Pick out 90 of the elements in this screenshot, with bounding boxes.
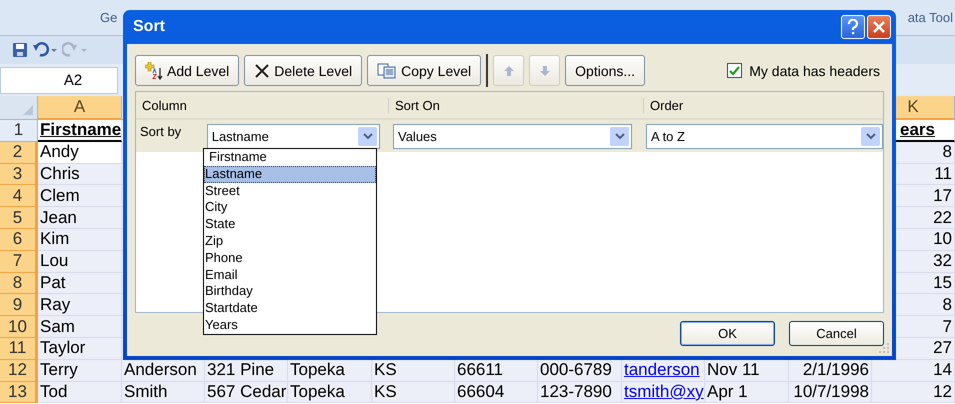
checkbox-label: My data has headers [749, 62, 880, 78]
table-cell: Kim [38, 228, 122, 251]
table-cell: Tod [38, 382, 122, 404]
table-cell: Pat [38, 272, 122, 294]
table-cell: Chris [38, 164, 122, 186]
table-cell: Lou [38, 250, 122, 273]
undo-icon[interactable] [32, 42, 58, 58]
ribbon-group-label: ata Tool [908, 10, 954, 27]
column-heading: Column [141, 98, 188, 112]
column-dropdown[interactable]: Lastname [206, 124, 380, 148]
table-cell: 14 [872, 360, 955, 382]
row-header[interactable]: 7 [0, 250, 38, 273]
table-cell: Sam [38, 316, 122, 338]
table-cell: 66611 [455, 360, 538, 382]
copy-level-button[interactable]: Copy Level [367, 55, 482, 86]
table-cell: 12 [872, 382, 955, 404]
table-cell: Taylor [38, 338, 122, 360]
add-level-icon [145, 62, 163, 80]
table-cell: Anderson [122, 360, 205, 382]
help-icon [847, 19, 859, 35]
table-cell: 567 Cedar [205, 382, 288, 404]
table-cell: 66604 [455, 382, 538, 404]
cancel-button[interactable]: Cancel [789, 321, 884, 346]
table-cell: Andy [38, 142, 122, 164]
dropdown-item[interactable]: Firstname [204, 149, 376, 166]
dropdown-item[interactable]: Email [204, 266, 376, 284]
dropdown-item[interactable]: Zip [204, 232, 376, 250]
table-cell: Nov 11 [705, 360, 789, 382]
row-header[interactable]: 3 [0, 164, 38, 186]
dropdown-item[interactable]: Street [204, 182, 376, 200]
column-heading: Order [643, 98, 684, 112]
row-header[interactable]: 8 [0, 272, 38, 294]
arrow-down-icon [538, 64, 551, 76]
sort-on-dropdown[interactable]: Values [393, 124, 632, 148]
column-heading: Sort On [388, 98, 643, 112]
dropdown-item[interactable]: Lastname [204, 166, 376, 183]
sort-by-label: Sort by [139, 123, 182, 139]
row-header[interactable]: 9 [0, 294, 38, 316]
row-header[interactable]: 11 [0, 338, 38, 360]
table-cell: Terry [38, 360, 122, 382]
close-icon [872, 20, 886, 34]
row-header[interactable]: 12 [0, 360, 38, 382]
table-cell: 10/7/1998 [789, 382, 872, 404]
delete-level-button[interactable]: Delete Level [244, 55, 362, 86]
dropdown-item[interactable]: State [204, 216, 376, 233]
email-link[interactable]: tsmith@xy [624, 382, 704, 402]
row-header[interactable]: 6 [0, 228, 38, 251]
email-link[interactable]: tanderson [624, 360, 700, 380]
table-cell: Topeka [288, 382, 372, 404]
headers-checkbox[interactable]: My data has headers [727, 62, 884, 78]
table-cell: Clem [38, 185, 122, 208]
row-header[interactable]: 1 [0, 120, 38, 142]
options-level-button[interactable]: Options... [565, 55, 646, 86]
order-dropdown[interactable]: A to Z [646, 124, 883, 148]
check-icon [729, 66, 740, 76]
table-cell: 000-6789 [538, 360, 622, 382]
ok-button[interactable]: OK [680, 321, 775, 346]
copy-icon [377, 62, 398, 78]
dropdown-item[interactable]: Phone [204, 250, 376, 267]
row-header[interactable]: 5 [0, 207, 38, 229]
resize-grip-icon[interactable] [878, 342, 890, 354]
checkbox[interactable] [727, 63, 742, 78]
column-header[interactable]: A [38, 96, 122, 120]
row-header[interactable]: 13 [0, 382, 38, 404]
dropdown-item[interactable]: Startdate [204, 300, 376, 317]
row-header[interactable]: 10 [0, 316, 38, 338]
table-cell: 2/1/1996 [789, 360, 872, 382]
add-level-button[interactable]: Add Level [135, 55, 240, 86]
table-cell: 123-7890 [538, 382, 622, 404]
window-title: Sort [133, 18, 166, 36]
delete-icon [254, 62, 270, 78]
save-icon[interactable] [12, 42, 28, 58]
dropdown-item[interactable]: Birthday [204, 283, 376, 300]
row-header[interactable]: 2 [0, 142, 38, 164]
table-cell: Ray [38, 294, 122, 316]
dropdown-item[interactable]: City [204, 199, 376, 216]
table-cell: Jean [38, 207, 122, 229]
table-cell: Topeka [288, 360, 372, 382]
table-cell: 321 Pine [205, 360, 288, 382]
name-box[interactable]: A2 [0, 66, 118, 94]
row-header[interactable]: 4 [0, 185, 38, 208]
table-cell: KS [372, 382, 455, 404]
close-button[interactable] [867, 15, 891, 39]
ribbon-group-label: Ge [99, 10, 118, 27]
table-cell: Apr 1 [705, 382, 789, 404]
help-button[interactable] [841, 15, 865, 39]
arrow-up-icon [502, 64, 515, 76]
table-cell: KS [372, 360, 455, 382]
table-cell: Smith [122, 382, 205, 404]
dropdown-item[interactable]: Years [204, 316, 376, 334]
